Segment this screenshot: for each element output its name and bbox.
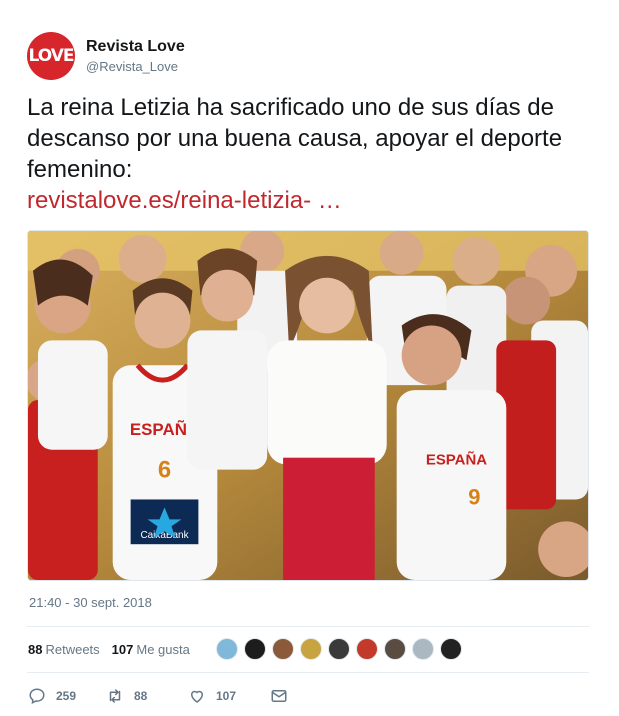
author-names: Revista Love @Revista_Love [86, 37, 185, 76]
divider [27, 672, 589, 673]
reply-button[interactable]: 259 [28, 687, 106, 705]
liker-avatars [215, 638, 468, 660]
like-icon [191, 690, 203, 703]
message-button[interactable] [270, 687, 288, 705]
divider [27, 626, 589, 627]
liker-avatar[interactable] [439, 638, 462, 660]
liker-avatar[interactable] [327, 638, 350, 660]
sponsor-text: CaixaBank [140, 530, 188, 541]
avatar[interactable]: LOVE [27, 32, 75, 80]
liker-avatar[interactable] [299, 638, 322, 660]
likes-label: Me gusta [136, 641, 190, 657]
tweet-actions: 259 88 107 [28, 684, 288, 708]
liker-avatar[interactable] [411, 638, 434, 660]
tweet-link[interactable]: revistalove.es/reina-letizia- … [27, 185, 592, 216]
photo-illustration: ESPAÑA 6 CaixaBank ESPAÑA 9 [28, 231, 588, 580]
liker-avatar[interactable] [383, 638, 406, 660]
retweets-stat[interactable]: 88 Retweets [28, 642, 100, 657]
jersey-text-2: ESPAÑA [426, 451, 487, 469]
tweet-stats: 88 Retweets 107 Me gusta [28, 628, 588, 670]
retweets-count: 88 [28, 641, 43, 657]
retweet-button[interactable]: 88 [106, 687, 188, 705]
tweet-header: LOVE Revista Love @Revista_Love [27, 30, 587, 82]
jersey-number-2: 9 [468, 484, 480, 509]
reply-count: 259 [56, 689, 77, 703]
liker-avatar[interactable] [355, 638, 378, 660]
liker-avatar[interactable] [243, 638, 266, 660]
like-count: 107 [216, 689, 237, 703]
likes-count: 107 [111, 641, 134, 657]
retweets-label: Retweets [45, 641, 100, 657]
likes-stat[interactable]: 107 Me gusta [112, 642, 190, 657]
message-icon [271, 690, 287, 702]
retweet-count: 88 [134, 689, 148, 703]
tweet-body: La reina Letizia ha sacrificado uno de s… [27, 92, 592, 216]
reply-icon [29, 688, 45, 705]
liker-avatar[interactable] [271, 638, 294, 660]
display-name[interactable]: Revista Love [86, 37, 185, 57]
user-handle[interactable]: @Revista_Love [86, 58, 185, 76]
tweet-timestamp[interactable]: 21:40 - 30 sept. 2018 [29, 595, 152, 610]
liker-avatar[interactable] [215, 638, 238, 660]
jersey-number: 6 [158, 457, 171, 484]
tweet-text: La reina Letizia ha sacrificado uno de s… [27, 94, 563, 183]
tweet-photo[interactable]: ESPAÑA 6 CaixaBank ESPAÑA 9 [27, 230, 589, 581]
retweet-icon [109, 689, 121, 703]
like-button[interactable]: 107 [188, 687, 270, 705]
